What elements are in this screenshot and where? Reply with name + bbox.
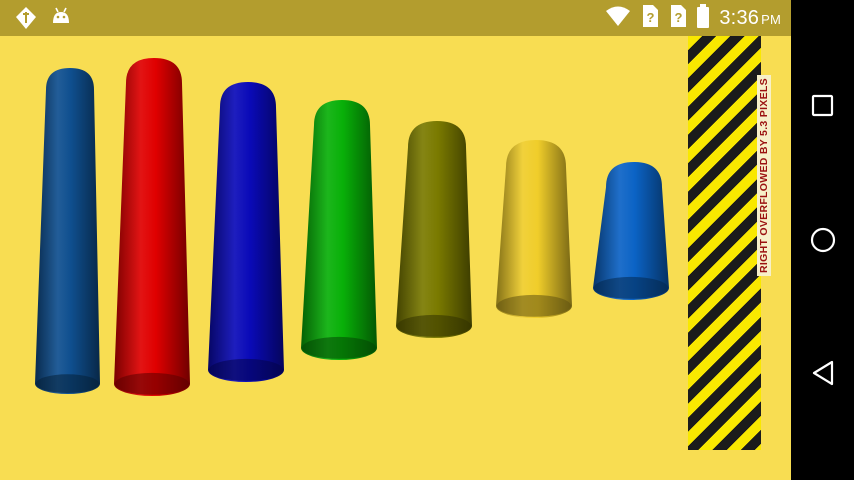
navigation-bar [791, 0, 854, 480]
cylinder-yellow[interactable] [496, 140, 572, 318]
status-bar: ? ? 3:36 PM [0, 0, 791, 36]
wifi-icon [605, 5, 631, 32]
sim-unknown-icon: ? [641, 4, 659, 33]
home-button[interactable] [791, 210, 854, 270]
cylinder-steel-blue[interactable] [35, 68, 100, 394]
back-button[interactable] [791, 343, 854, 403]
clock: 3:36 PM [719, 7, 781, 30]
cylinder-blue-body [208, 82, 284, 382]
cylinder-olive[interactable] [396, 121, 472, 338]
clock-ampm: PM [761, 11, 781, 27]
home-circle-icon [810, 227, 835, 253]
recents-square-icon [811, 94, 833, 117]
cylinder-green-body [301, 100, 377, 360]
back-triangle-icon [812, 360, 833, 386]
cylinder-olive-body [396, 121, 472, 338]
cylinder-steel-blue-base [36, 374, 99, 393]
sim-unknown-icon: ? [669, 4, 687, 33]
cylinder-olive-base [397, 314, 471, 337]
cylinders-scene [35, 58, 669, 396]
cylinder-blue[interactable] [208, 82, 284, 382]
cylinder-light-blue-base [594, 276, 668, 299]
overflow-warning-label: RIGHT OVERFLOWED BY 5.3 PIXELS [757, 75, 771, 276]
battery-icon [697, 3, 710, 33]
overflow-warning-stripe [688, 36, 761, 450]
svg-text:?: ? [647, 10, 655, 25]
cylinder-yellow-body [496, 140, 572, 318]
android-debug-icon [50, 5, 72, 36]
cylinder-blue-base [209, 358, 283, 381]
app-surface: RIGHT OVERFLOWED BY 5.3 PIXELS [0, 36, 791, 480]
cylinder-yellow-base [497, 294, 571, 317]
cylinder-red-base [115, 372, 189, 395]
cylinder-green-base [302, 336, 376, 359]
cylinder-steel-blue-body [35, 68, 100, 394]
cylinder-red[interactable] [114, 58, 190, 396]
recents-button[interactable] [791, 76, 854, 136]
clock-time: 3:36 [719, 6, 760, 29]
svg-text:?: ? [675, 10, 683, 25]
no-sim-notification-icon [14, 5, 38, 36]
cylinder-red-body [114, 58, 190, 396]
cylinder-light-blue[interactable] [593, 162, 669, 300]
cylinder-green[interactable] [301, 100, 377, 360]
